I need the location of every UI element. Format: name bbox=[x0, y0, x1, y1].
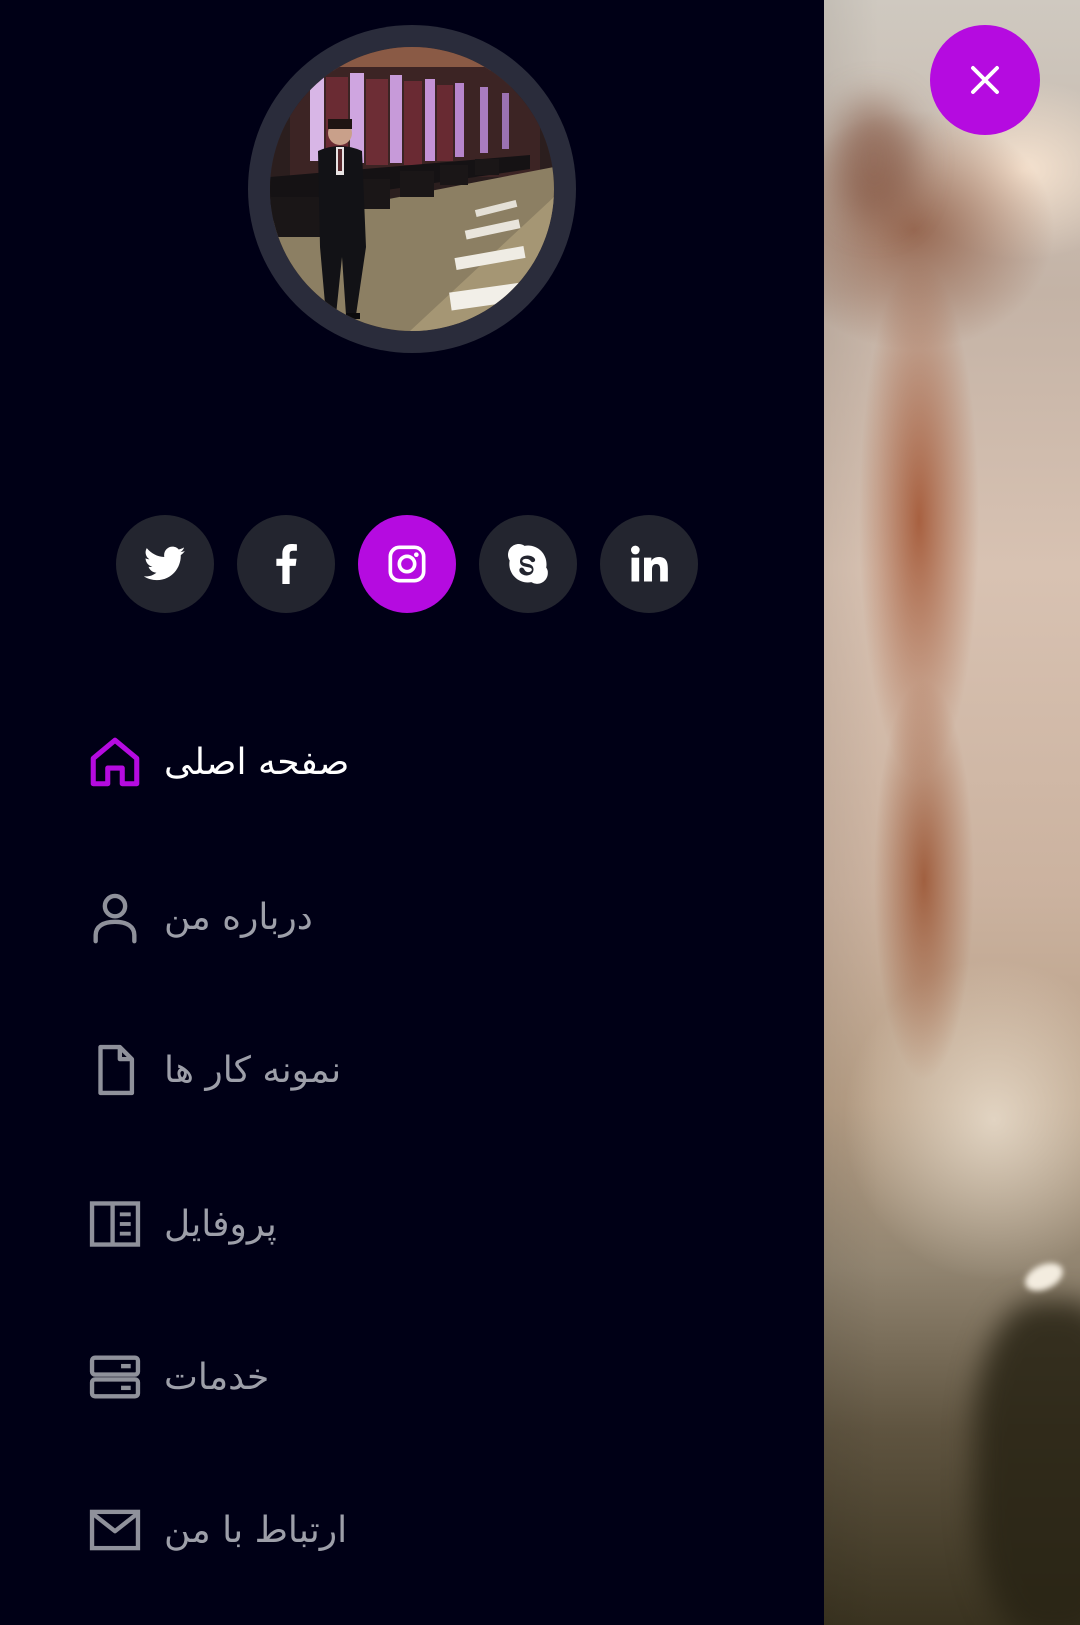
facebook-button[interactable] bbox=[237, 515, 335, 613]
nav-item-label: نمونه کار ها bbox=[164, 1049, 342, 1091]
user-icon bbox=[86, 888, 144, 946]
server-icon bbox=[86, 1348, 144, 1406]
nav-item-label: ارتباط با من bbox=[164, 1509, 348, 1551]
nav-item-label: صفحه اصلی bbox=[164, 741, 350, 783]
nav-item-label: خدمات bbox=[164, 1356, 270, 1398]
instagram-icon bbox=[388, 545, 426, 583]
book-open-icon bbox=[86, 1195, 144, 1253]
document-icon bbox=[86, 1041, 144, 1099]
linkedin-icon bbox=[631, 545, 668, 582]
skype-icon bbox=[508, 544, 548, 584]
close-button[interactable] bbox=[930, 25, 1040, 135]
nav-item-label: پروفایل bbox=[164, 1203, 277, 1245]
background-photo bbox=[824, 0, 1080, 1625]
mail-icon bbox=[86, 1501, 144, 1559]
app-screen: صفحه اصلی درباره من نمونه کار ها پروفایل… bbox=[0, 0, 1080, 1625]
social-links bbox=[116, 515, 698, 613]
profile-photo bbox=[270, 47, 554, 331]
nav-item-profile[interactable]: پروفایل bbox=[86, 1184, 686, 1264]
twitter-icon bbox=[144, 546, 186, 581]
close-icon bbox=[971, 66, 999, 94]
nav-item-label: درباره من bbox=[164, 896, 313, 938]
home-icon bbox=[86, 733, 144, 791]
nav-item-about[interactable]: درباره من bbox=[86, 877, 686, 957]
nav-item-portfolio[interactable]: نمونه کار ها bbox=[86, 1030, 686, 1110]
side-drawer: صفحه اصلی درباره من نمونه کار ها پروفایل… bbox=[0, 0, 824, 1625]
facebook-icon bbox=[276, 544, 297, 584]
linkedin-button[interactable] bbox=[600, 515, 698, 613]
nav-item-services[interactable]: خدمات bbox=[86, 1337, 686, 1417]
nav-item-contact[interactable]: ارتباط با من bbox=[86, 1490, 686, 1570]
skype-button[interactable] bbox=[479, 515, 577, 613]
nav-item-home[interactable]: صفحه اصلی bbox=[86, 722, 686, 802]
instagram-button[interactable] bbox=[358, 515, 456, 613]
twitter-button[interactable] bbox=[116, 515, 214, 613]
avatar-ring bbox=[248, 25, 576, 353]
avatar bbox=[270, 47, 554, 331]
